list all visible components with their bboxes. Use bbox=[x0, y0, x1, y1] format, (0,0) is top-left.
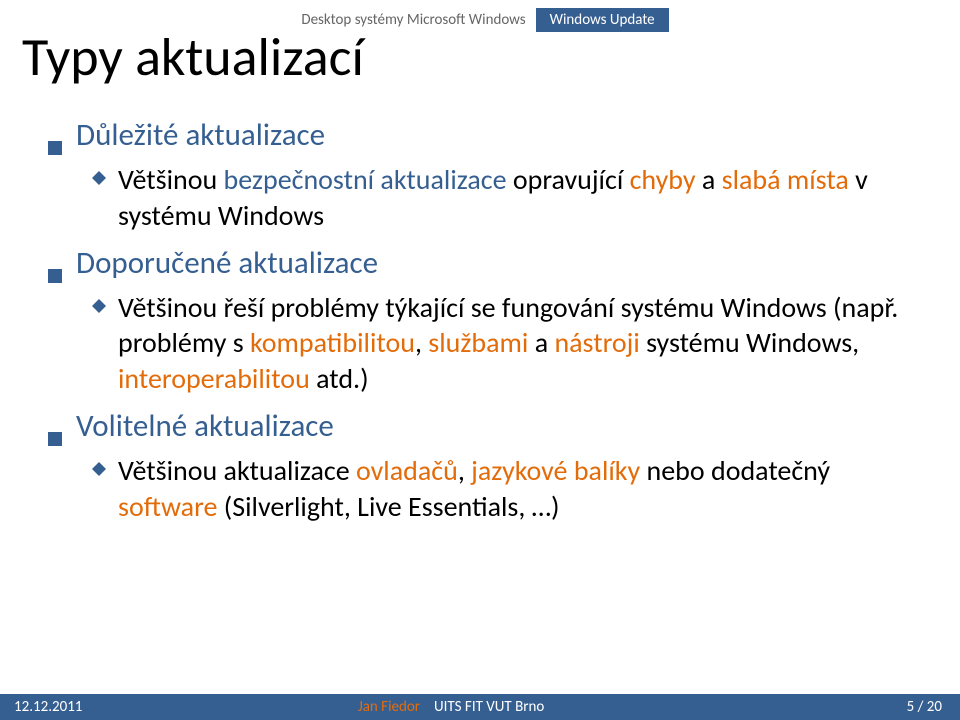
text-run: a bbox=[528, 325, 554, 360]
text-run: slabá místa bbox=[722, 162, 855, 197]
diamond-bullet-icon bbox=[92, 299, 106, 313]
text-run: nebo dodatečný bbox=[647, 453, 831, 488]
square-bullet-icon bbox=[48, 141, 62, 155]
text-run: jazykové balíky bbox=[471, 453, 646, 488]
text-run: a bbox=[702, 162, 722, 197]
text-run: Většinou bbox=[118, 162, 224, 197]
list-item: Většinou bezpečnostní aktualizace opravu… bbox=[118, 162, 920, 234]
list-item-heading: Důležité aktualizace bbox=[76, 116, 325, 154]
text-run: opravující bbox=[513, 162, 630, 197]
slide-content: Důležité aktualizace Většinou bezpečnostn… bbox=[48, 116, 920, 535]
diamond-bullet-icon bbox=[92, 171, 106, 185]
page-title: Typy aktualizací bbox=[22, 24, 364, 90]
square-bullet-icon bbox=[48, 432, 62, 446]
list-item: Většinou řeší problémy týkající se fungo… bbox=[118, 290, 920, 397]
text-run: ovladačů bbox=[356, 453, 458, 488]
diamond-bullet-icon bbox=[92, 462, 106, 476]
text-run: Většinou aktualizace bbox=[118, 453, 356, 488]
text-run: službami bbox=[428, 325, 528, 360]
footer-bar: 12.12.2011 Jan Fiedor UITS FIT VUT Brno … bbox=[0, 694, 960, 720]
square-bullet-icon bbox=[48, 269, 62, 283]
text-run: interoperabilitou bbox=[118, 361, 316, 396]
footer-page: 5 / 20 bbox=[907, 698, 960, 716]
text-run: software bbox=[118, 489, 224, 524]
breadcrumb-topic: Windows Update bbox=[536, 8, 669, 32]
footer-org: UITS FIT VUT Brno bbox=[430, 698, 907, 716]
text-run: bezpečnostní aktualizace bbox=[224, 162, 513, 197]
text-run: , bbox=[458, 453, 471, 488]
list-item-heading: Volitelné aktualizace bbox=[76, 407, 334, 445]
footer-date: 12.12.2011 bbox=[0, 698, 330, 716]
text-run: atd.) bbox=[316, 361, 369, 396]
text-run: systému Windows, bbox=[646, 325, 859, 360]
text-run: kompatibilitou bbox=[250, 325, 415, 360]
footer-author: Jan Fiedor bbox=[330, 698, 430, 716]
text-run: , bbox=[415, 325, 428, 360]
text-run: chyby bbox=[630, 162, 702, 197]
text-run: (Silverlight, Live Essentials, …) bbox=[224, 489, 560, 524]
slide: Desktop systémy Microsoft Windows Window… bbox=[0, 0, 960, 720]
text-run: nástroji bbox=[554, 325, 646, 360]
list-item-heading: Doporučené aktualizace bbox=[76, 244, 378, 282]
list-item: Většinou aktualizace ovladačů, jazykové … bbox=[118, 453, 920, 525]
